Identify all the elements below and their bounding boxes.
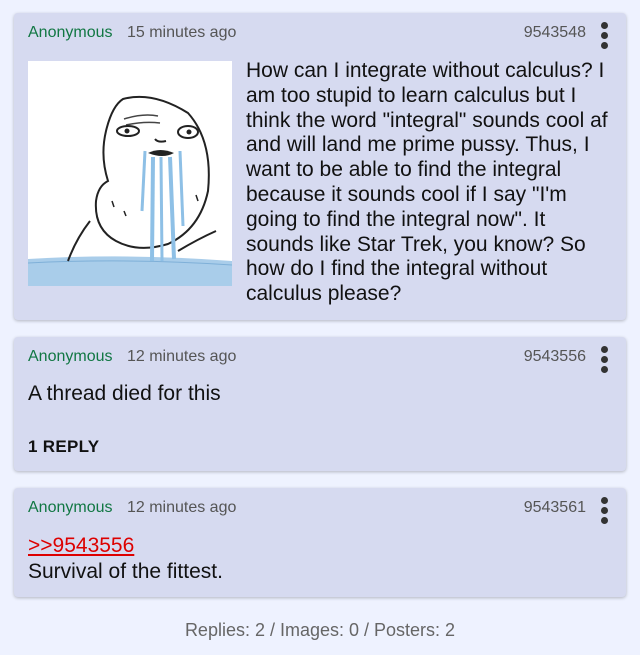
poster-name[interactable]: Anonymous: [28, 24, 113, 41]
post-message: A thread died for this: [28, 382, 221, 405]
post-header: Anonymous 12 minutes ago 9543561: [28, 497, 612, 524]
post-time: 12 minutes ago: [126, 348, 237, 365]
post-time: 12 minutes ago: [126, 499, 237, 516]
reply-post: Anonymous 12 minutes ago 9543556 A threa…: [14, 337, 626, 471]
reply-post: Anonymous 12 minutes ago 9543561 >>95435…: [14, 488, 626, 597]
post-image-thumbnail[interactable]: [27, 61, 233, 286]
post-op: Anonymous 15 minutes ago 9543548 How can…: [14, 13, 626, 320]
post-header: Anonymous 15 minutes ago 9543548: [28, 22, 612, 49]
post-time: 15 minutes ago: [126, 24, 237, 41]
post-id[interactable]: 9543561: [524, 498, 586, 518]
post-message: How can I integrate without calculus? I …: [246, 59, 608, 306]
thread-stats: Replies: 2 / Images: 0 / Posters: 2: [184, 620, 456, 640]
post-message: Survival of the fittest.: [28, 560, 223, 583]
more-menu-icon[interactable]: [598, 22, 610, 52]
post-id[interactable]: 9543556: [524, 347, 586, 367]
more-menu-icon[interactable]: [598, 346, 610, 376]
post-id[interactable]: 9543548: [524, 23, 586, 43]
more-menu-icon[interactable]: [598, 497, 610, 527]
replies-button[interactable]: 1 REPLY: [28, 437, 99, 457]
poster-name[interactable]: Anonymous: [28, 499, 113, 516]
poster-name[interactable]: Anonymous: [28, 348, 113, 365]
post-header: Anonymous 12 minutes ago 9543556: [28, 346, 612, 373]
quote-link[interactable]: >>9543556: [28, 533, 134, 559]
